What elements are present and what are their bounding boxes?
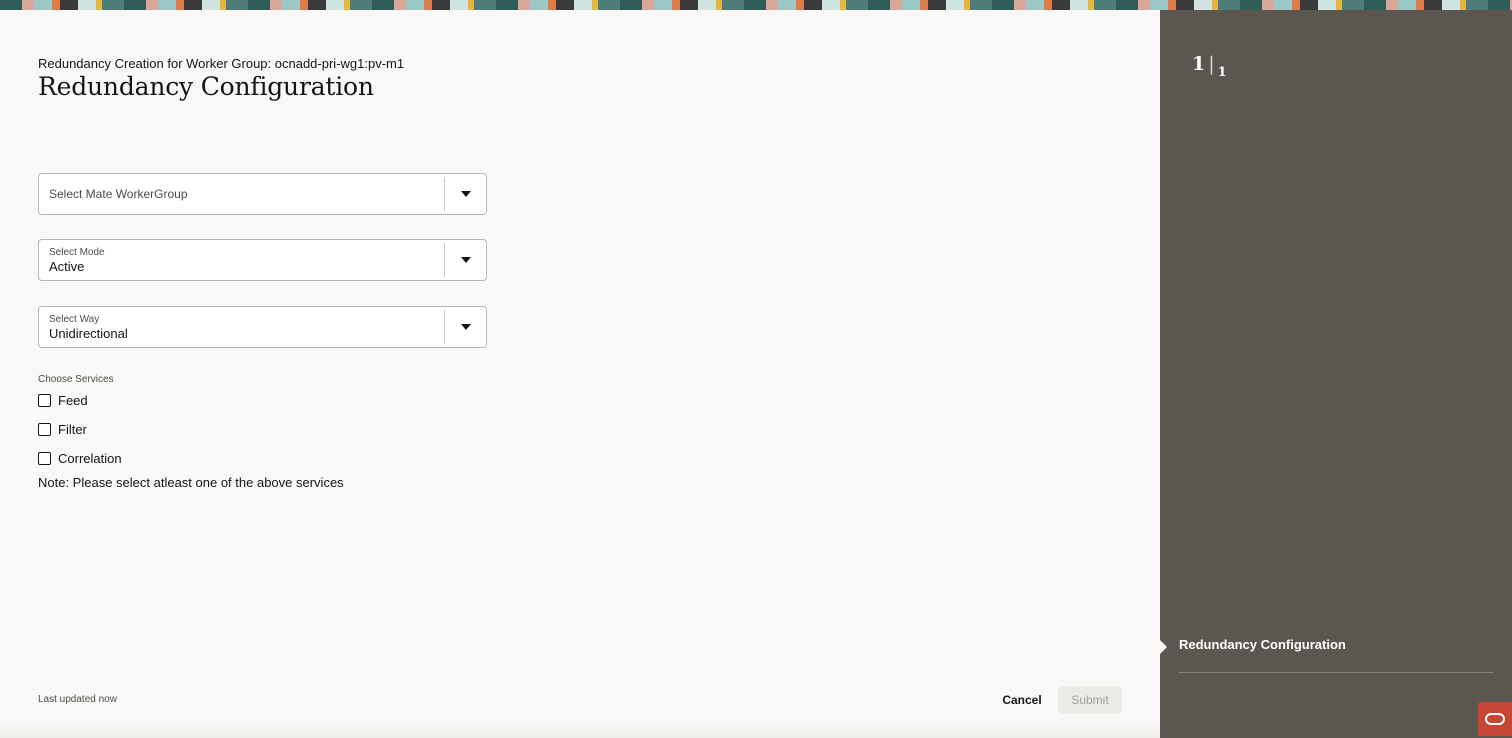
step-divider — [1179, 672, 1493, 673]
page-title: Redundancy Configuration — [38, 72, 374, 101]
checkbox[interactable] — [38, 451, 51, 465]
total-steps: 1 — [1217, 65, 1227, 80]
step-counter: 1 | 1 — [1192, 53, 1227, 80]
select-divider — [444, 310, 445, 344]
train-side-panel: 1 | 1 Redundancy Configuration — [1160, 10, 1512, 738]
checkbox[interactable] — [38, 422, 51, 436]
checkbox-label: Feed — [58, 392, 88, 408]
checkbox-label: Correlation — [58, 450, 122, 466]
last-updated-text: Last updated now — [38, 694, 117, 705]
page-subtitle: Redundancy Creation for Worker Group: oc… — [38, 56, 405, 71]
service-checkbox-correlation[interactable]: Correlation — [38, 449, 122, 467]
select-divider — [444, 243, 445, 277]
service-checkbox-filter[interactable]: Filter — [38, 420, 87, 438]
current-step: 1 — [1192, 53, 1206, 75]
checkbox-label: Filter — [58, 421, 87, 437]
cancel-button[interactable]: Cancel — [995, 686, 1049, 714]
mode-select[interactable]: Select Mode Active — [38, 239, 487, 281]
services-note: Note: Please select atleast one of the a… — [38, 475, 344, 490]
way-value: Unidirectional — [49, 326, 128, 341]
way-label: Select Way — [49, 314, 100, 325]
step-separator: | — [1208, 53, 1215, 75]
active-step-pointer-icon — [1160, 640, 1167, 654]
chevron-down-icon[interactable] — [458, 252, 474, 268]
service-checkbox-feed[interactable]: Feed — [38, 391, 88, 409]
select-divider — [444, 177, 445, 211]
mate-workergroup-placeholder: Select Mate WorkerGroup — [49, 187, 188, 201]
choose-services-label: Choose Services — [38, 374, 114, 385]
decorative-header-strip — [0, 0, 1512, 10]
bottom-shadow — [0, 723, 1160, 738]
mode-value: Active — [49, 259, 85, 274]
step-item-redundancy-configuration[interactable]: Redundancy Configuration — [1179, 637, 1346, 652]
checkbox[interactable] — [38, 393, 51, 407]
oracle-ring — [1485, 713, 1505, 725]
submit-button[interactable]: Submit — [1058, 686, 1122, 714]
mode-label: Select Mode — [49, 247, 105, 258]
main-content: Redundancy Creation for Worker Group: oc… — [0, 10, 1160, 738]
chevron-down-icon[interactable] — [458, 319, 474, 335]
mate-workergroup-select[interactable]: Select Mate WorkerGroup — [38, 173, 487, 215]
way-select[interactable]: Select Way Unidirectional — [38, 306, 487, 348]
oracle-logo-icon[interactable] — [1478, 702, 1512, 736]
chevron-down-icon[interactable] — [458, 186, 474, 202]
